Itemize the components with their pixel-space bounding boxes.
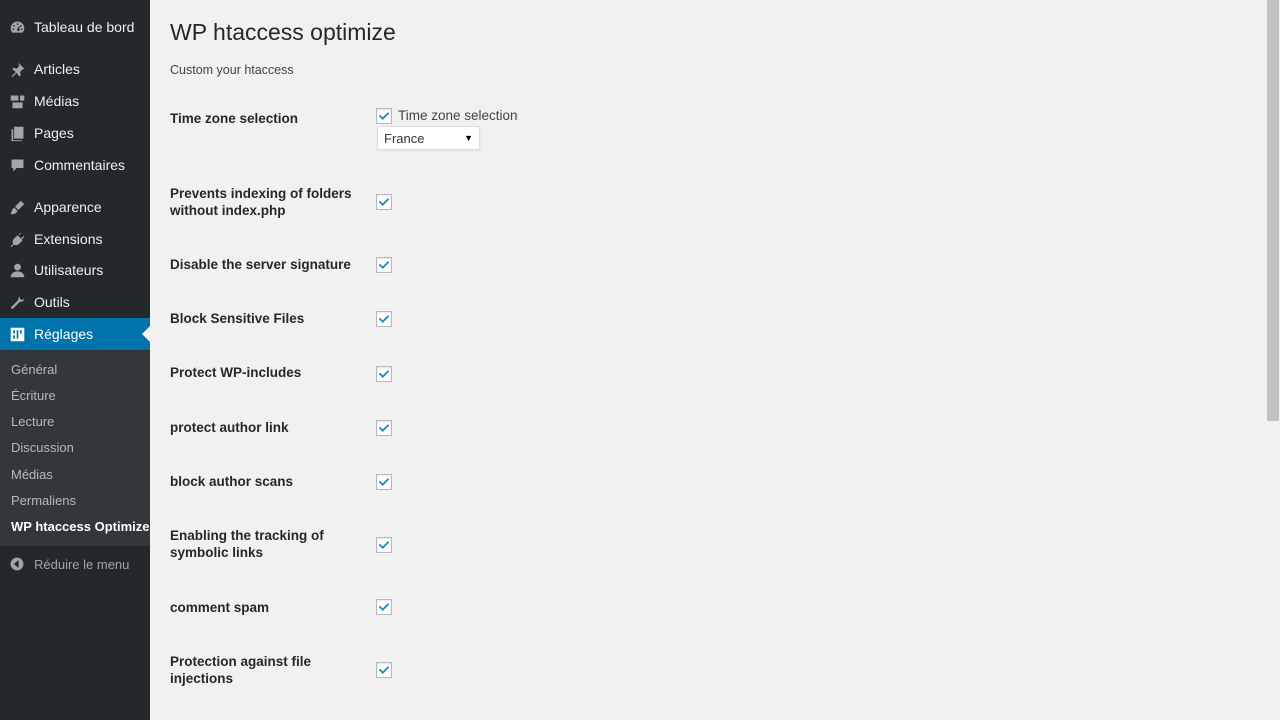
menu-item-dashboard[interactable]: Tableau de bord [0, 11, 150, 43]
option-checkbox-server-signature[interactable] [376, 257, 392, 273]
option-label-author-scans: block author scans [170, 474, 294, 489]
option-checkbox-prevent-indexing[interactable] [376, 194, 392, 210]
plugin-icon [8, 230, 26, 248]
page-title: WP htaccess optimize [170, 19, 396, 45]
submenu-item-reading[interactable]: Lecture [11, 414, 54, 429]
checkmark-icon [378, 261, 390, 269]
main-content: WP htaccess optimize Custom your htacces… [170, 0, 1260, 720]
pin-icon [8, 60, 26, 78]
submenu-item-discussion[interactable]: Discussion [11, 440, 74, 455]
timezone-row-label: Time zone selection [170, 111, 299, 126]
menu-label: Médias [34, 93, 80, 109]
option-checkbox-author-scans[interactable] [376, 474, 392, 490]
menu-item-extensions[interactable]: Extensions [0, 223, 150, 255]
checkmark-icon [378, 541, 390, 549]
menu-label: Pages [34, 125, 74, 141]
timezone-select-value: France [384, 130, 425, 146]
option-checkbox-author-link[interactable] [376, 420, 392, 436]
checkmark-icon [378, 424, 390, 432]
checkmark-icon [378, 666, 390, 674]
submenu-item-htaccess-optimize[interactable]: WP htaccess Optimize [11, 519, 149, 534]
menu-label: Tableau de bord [34, 19, 135, 35]
collapse-label: Réduire le menu [34, 556, 130, 572]
menu-label: Réglages [34, 326, 94, 342]
menu-item-pages[interactable]: Pages [0, 117, 150, 149]
submenu-item-media[interactable]: Médias [11, 467, 53, 482]
checkmark-icon [378, 370, 390, 378]
user-icon [8, 261, 26, 279]
option-label-symlinks: Enabling the tracking of symbolic links [170, 528, 324, 560]
submenu-item-general[interactable]: Général [11, 362, 57, 377]
dropdown-arrow-icon: ▼ [464, 133, 473, 143]
timezone-select[interactable]: France ▼ [377, 126, 480, 150]
option-checkbox-wp-includes[interactable] [376, 366, 392, 382]
pages-icon [8, 124, 26, 142]
checkmark-icon [378, 112, 390, 120]
scrollbar-thumb[interactable] [1267, 0, 1279, 421]
brush-icon [8, 198, 26, 216]
menu-label: Articles [34, 61, 80, 77]
media-icon [8, 92, 26, 110]
menu-item-users[interactable]: Utilisateurs [0, 254, 150, 286]
timezone-checkbox[interactable] [376, 108, 392, 124]
submenu-item-permalinks[interactable]: Permaliens [11, 493, 76, 508]
option-label-comment-spam: comment spam [170, 600, 270, 615]
menu-label: Extensions [34, 231, 103, 247]
page-subtitle: Custom your htaccess [170, 63, 294, 77]
option-label-sensitive-files: Block Sensitive Files [170, 311, 305, 326]
menu-label: Apparence [34, 199, 102, 215]
timezone-checkbox-label[interactable]: Time zone selection [398, 108, 518, 123]
menu-item-tools[interactable]: Outils [0, 286, 150, 318]
collapse-menu-button[interactable]: Réduire le menu [0, 553, 150, 575]
option-label-prevent-indexing: Prevents indexing of folders without ind… [170, 186, 352, 218]
menu-item-comments[interactable]: Commentaires [0, 149, 150, 181]
page-scrollbar[interactable] [1266, 0, 1280, 720]
menu-label: Commentaires [34, 157, 126, 173]
comments-icon [8, 156, 26, 174]
option-checkbox-sensitive-files[interactable] [376, 311, 392, 327]
menu-item-appearance[interactable]: Apparence [0, 191, 150, 223]
menu-item-medias[interactable]: Médias [0, 85, 150, 117]
checkmark-icon [378, 478, 390, 486]
menu-item-settings[interactable]: Réglages [0, 318, 150, 350]
option-label-author-link: protect author link [170, 420, 289, 435]
checkmark-icon [378, 603, 390, 611]
menu-label: Utilisateurs [34, 262, 104, 278]
dashboard-icon [8, 18, 26, 36]
option-label-file-injections: Protection against file injections [170, 654, 312, 686]
checkmark-icon [378, 315, 390, 323]
option-checkbox-comment-spam[interactable] [376, 599, 392, 615]
wrench-icon [8, 293, 26, 311]
settings-icon [8, 325, 26, 343]
option-checkbox-file-injections[interactable] [376, 662, 392, 678]
option-checkbox-symlinks[interactable] [376, 537, 392, 553]
settings-submenu: Général Écriture Lecture Discussion Médi… [0, 350, 150, 546]
option-label-server-signature: Disable the server signature [170, 257, 351, 272]
admin-sidebar: Tableau de bord Articles Médias Pages Co… [0, 0, 150, 720]
collapse-arrow-icon [9, 556, 25, 572]
option-label-wp-includes: Protect WP-includes [170, 365, 302, 380]
menu-label: Outils [34, 294, 70, 310]
submenu-item-writing[interactable]: Écriture [11, 388, 56, 403]
checkmark-icon [378, 198, 390, 206]
menu-item-articles[interactable]: Articles [0, 53, 150, 85]
